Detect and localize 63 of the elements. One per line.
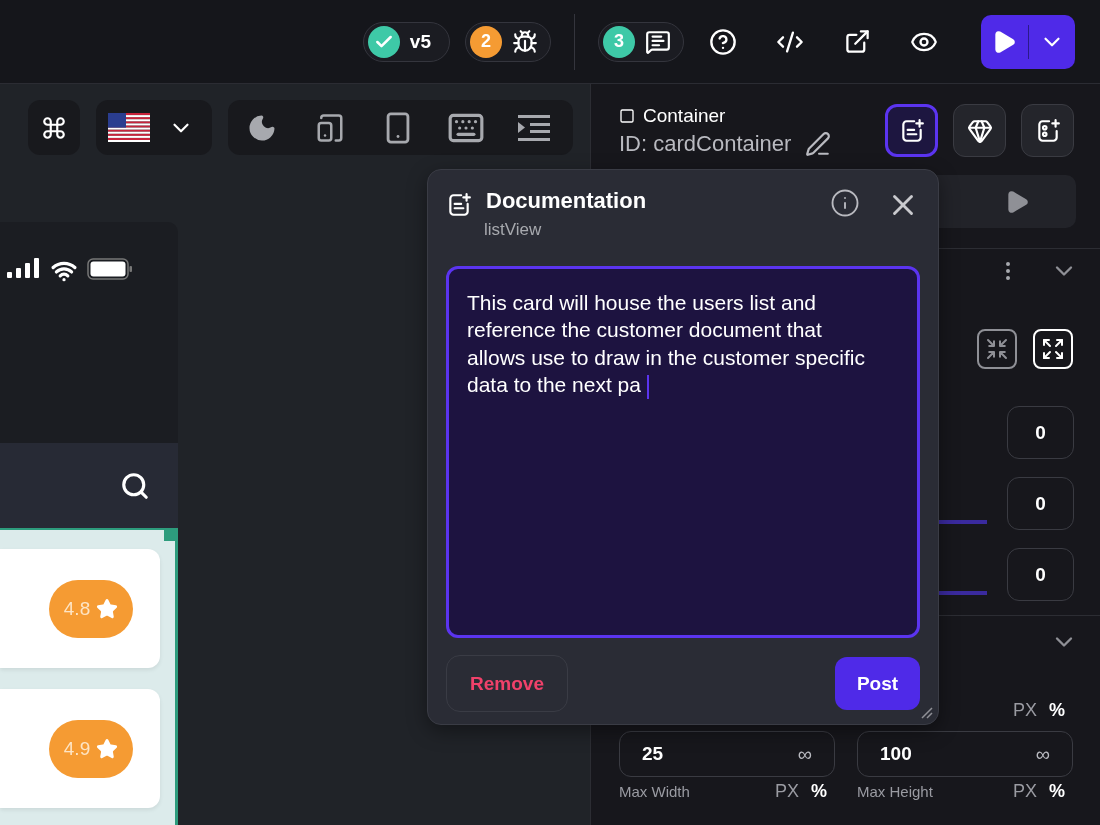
external-link-icon [843, 28, 871, 55]
bug-icon [512, 28, 538, 55]
comment-icon [645, 28, 671, 55]
size-value: 25 [642, 743, 664, 765]
star-icon [96, 597, 119, 620]
slider-track[interactable] [937, 520, 987, 524]
rating-value: 4.9 [63, 737, 91, 760]
info-button[interactable] [830, 188, 860, 218]
shrink-icon [985, 337, 1009, 361]
size-value: 100 [880, 743, 912, 765]
expand-icon [1041, 337, 1065, 361]
resize-grip-icon[interactable] [920, 706, 934, 720]
document-plus-icon [446, 192, 472, 218]
unit-option[interactable]: PX [1012, 781, 1037, 802]
unit-option[interactable]: PX [774, 781, 799, 802]
count-dot: 3 [603, 25, 635, 58]
devices-icon [315, 112, 345, 143]
signal-icon [7, 258, 41, 278]
battery-icon [87, 258, 133, 280]
number-field[interactable]: 0 [1007, 548, 1074, 601]
gem-icon [966, 117, 993, 144]
help-icon [709, 27, 737, 56]
remove-button[interactable]: Remove [446, 655, 568, 712]
info-icon [830, 188, 860, 218]
element-id: ID: cardContainer [619, 130, 792, 157]
version-label: v5 [409, 30, 432, 53]
popover-subtitle: listView [484, 220, 543, 240]
size-field[interactable]: 100 ∞ [857, 731, 1073, 777]
count-dot: 2 [470, 25, 502, 58]
rating-value: 4.8 [63, 597, 91, 620]
run-button[interactable] [981, 14, 1075, 69]
panel-tab[interactable] [885, 104, 938, 157]
flag-icon [108, 113, 150, 142]
number-field[interactable]: 0 [1007, 477, 1074, 530]
search-icon[interactable] [120, 470, 150, 501]
pencil-icon[interactable] [805, 130, 832, 157]
unit-option[interactable]: % [1049, 781, 1065, 802]
unit-option[interactable]: PX [1012, 700, 1037, 721]
shrink-button[interactable] [977, 329, 1017, 369]
slider-track[interactable] [937, 591, 987, 595]
star-icon [96, 737, 119, 760]
infinity-label: ∞ [797, 742, 812, 766]
size-field[interactable]: 25 ∞ [619, 731, 835, 777]
popover-title: Documentation [486, 188, 648, 214]
field-label: Max Height [857, 783, 933, 800]
element-type: Container [643, 104, 726, 127]
expand-button[interactable] [1033, 329, 1073, 369]
language-dropdown[interactable] [96, 100, 212, 155]
panel-tab[interactable] [953, 104, 1006, 157]
number-field[interactable]: 0 [1007, 406, 1074, 459]
square-icon [619, 107, 635, 124]
unit-option[interactable]: % [1049, 700, 1065, 721]
field-label: Max Width [619, 783, 690, 800]
notes-field[interactable]: This card will house the users list and reference the customer document that allows use to draw in the customer specific data to the next pa [446, 265, 920, 638]
indent-icon [518, 114, 550, 141]
command-icon [41, 114, 67, 141]
panel-tab[interactable] [1021, 104, 1074, 157]
post-button[interactable]: Post [835, 657, 920, 710]
notes-text: This card will house the users list and reference the customer document that allows use to draw in the customer specific data to the next pa [467, 288, 867, 399]
version-badge[interactable]: v5 [362, 21, 450, 62]
infinity-label: ∞ [1035, 742, 1050, 766]
unit-option[interactable]: % [811, 781, 827, 802]
resize-handle[interactable] [164, 529, 176, 541]
